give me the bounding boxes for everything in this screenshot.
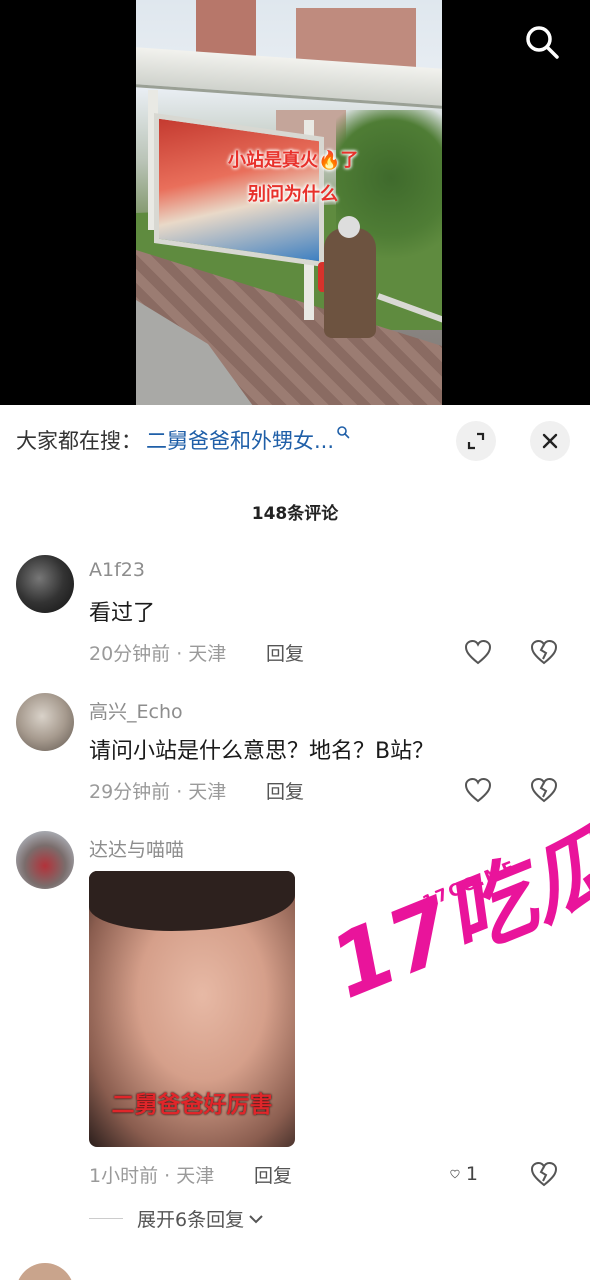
heart-icon — [464, 777, 492, 803]
video-overlay-text: 小站是真火🔥了 — [228, 150, 359, 171]
reply-button[interactable]: 回复 — [266, 639, 304, 666]
comment-username[interactable]: 达达与喵喵 — [89, 835, 184, 862]
avatar[interactable] — [16, 693, 74, 751]
like-count: 1 — [465, 1163, 478, 1185]
expand-button[interactable] — [456, 421, 496, 461]
comment-image[interactable]: 二舅爸爸好厉害 — [89, 871, 295, 1147]
comment-meta: 20分钟前 · 天津 — [89, 643, 227, 665]
video-frame[interactable]: 小站是真火🔥了 别问为什么 — [136, 0, 442, 405]
comment-meta: 1小时前 · 天津 — [89, 1165, 215, 1187]
comment-meta: 29分钟前 · 天津 — [89, 781, 227, 803]
search-icon — [526, 26, 559, 59]
video-overlay-text: 别问为什么 — [248, 184, 338, 205]
person — [324, 228, 376, 338]
heart-icon — [450, 1169, 460, 1179]
divider — [89, 1218, 123, 1219]
comment-text: 请问小站是什么意思？地名？B站？ — [89, 739, 435, 764]
broken-heart-icon — [530, 777, 558, 803]
avatar[interactable] — [16, 555, 74, 613]
person-head — [338, 216, 360, 238]
trending-search-bar[interactable]: 大家都在搜： 二舅爸爸和外甥女... — [16, 423, 350, 457]
close-icon — [542, 433, 558, 449]
video-player[interactable]: 小站是真火🔥了 别问为什么 — [0, 0, 590, 405]
comment-username[interactable]: 高兴_Echo — [89, 697, 183, 724]
expand-replies-label: 展开6条回复 — [137, 1209, 245, 1231]
comment-text: 看过了 — [89, 601, 156, 626]
avatar[interactable] — [16, 1263, 74, 1280]
close-button[interactable] — [530, 421, 570, 461]
chevron-down-icon — [249, 1214, 263, 1223]
search-icon — [337, 426, 350, 439]
watermark: 17吃瓜 17CG.ME — [316, 811, 590, 1018]
expand-icon — [467, 432, 485, 450]
heart-icon — [464, 639, 492, 665]
image-hair — [89, 871, 295, 931]
like-button[interactable] — [464, 639, 492, 665]
comment-username[interactable]: A1f23 — [89, 559, 145, 581]
image-caption: 二舅爸爸好厉害 — [111, 1092, 273, 1118]
dislike-button[interactable] — [530, 1161, 558, 1187]
avatar[interactable] — [16, 831, 74, 889]
reply-button[interactable]: 回复 — [254, 1161, 292, 1188]
expand-replies-button[interactable]: 展开6条回复 — [89, 1205, 264, 1232]
like-button[interactable]: 1 — [450, 1161, 478, 1187]
trending-search-prefix: 大家都在搜： — [16, 429, 142, 453]
comments-sheet: 大家都在搜： 二舅爸爸和外甥女... 148条评论 A1f23 看过了 20分钟… — [0, 405, 590, 1280]
trending-search-link[interactable]: 二舅爸爸和外甥女... — [146, 425, 334, 455]
broken-heart-icon — [530, 1161, 558, 1187]
broken-heart-icon — [530, 639, 558, 665]
comment-count: 148条评论 — [251, 504, 339, 524]
search-button[interactable] — [522, 22, 562, 62]
dislike-button[interactable] — [530, 639, 558, 665]
dislike-button[interactable] — [530, 777, 558, 803]
like-button[interactable] — [464, 777, 492, 803]
watermark-logo: 17吃瓜 — [316, 811, 590, 1019]
reply-button[interactable]: 回复 — [266, 777, 304, 804]
